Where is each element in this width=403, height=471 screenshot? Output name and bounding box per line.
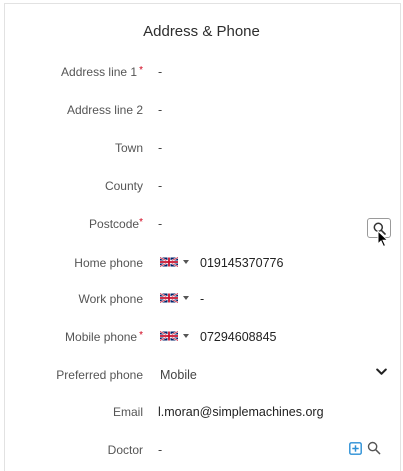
town-label: Town bbox=[114, 141, 143, 155]
work-phone-row: Work phone - bbox=[0, 290, 403, 310]
chevron-down-icon bbox=[183, 260, 189, 264]
mobile-phone-row: Mobile phone * 07294608845 bbox=[0, 328, 403, 348]
chevron-down-icon bbox=[183, 334, 189, 338]
address-line-2-row: Address line 2 - bbox=[0, 101, 403, 121]
county-value[interactable]: - bbox=[158, 179, 162, 193]
email-label: Email bbox=[112, 405, 143, 419]
mobile-phone-value[interactable]: 07294608845 bbox=[200, 330, 276, 344]
add-box-icon[interactable] bbox=[349, 442, 362, 455]
doctor-value[interactable]: - bbox=[158, 443, 162, 457]
email-value[interactable]: l.moran@simplemachines.org bbox=[158, 405, 324, 419]
chevron-down-icon[interactable] bbox=[376, 368, 387, 376]
town-value[interactable]: - bbox=[158, 141, 162, 155]
postcode-value[interactable]: - bbox=[158, 217, 162, 231]
postcode-label: Postcode* bbox=[89, 217, 143, 231]
required-mark: * bbox=[139, 217, 143, 228]
search-icon[interactable] bbox=[367, 441, 381, 455]
address-line-1-label: Address line 1 * bbox=[61, 65, 143, 79]
uk-flag-icon bbox=[160, 293, 178, 303]
mouse-pointer-icon bbox=[377, 229, 389, 253]
required-mark: * bbox=[139, 330, 143, 341]
mobile-phone-label: Mobile phone * bbox=[65, 330, 143, 344]
preferred-phone-label: Preferred phone bbox=[56, 368, 143, 382]
county-label: County bbox=[104, 179, 143, 193]
home-phone-row: Home phone 019145370776 bbox=[0, 254, 403, 274]
town-row: Town - bbox=[0, 139, 403, 159]
work-phone-value[interactable]: - bbox=[200, 292, 204, 306]
home-phone-label: Home phone bbox=[74, 256, 143, 270]
uk-flag-icon bbox=[160, 257, 178, 267]
mobile-phone-country-select[interactable] bbox=[160, 331, 189, 341]
email-row: Email l.moran@simplemachines.org bbox=[0, 403, 403, 423]
uk-flag-icon bbox=[160, 331, 178, 341]
home-phone-country-select[interactable] bbox=[160, 257, 189, 267]
address-line-1-value[interactable]: - bbox=[158, 65, 162, 79]
address-line-1-row: Address line 1 * - bbox=[0, 63, 403, 83]
work-phone-label: Work phone bbox=[78, 292, 143, 306]
address-line-2-value[interactable]: - bbox=[158, 103, 162, 117]
doctor-label: Doctor bbox=[107, 443, 143, 457]
preferred-phone-row: Preferred phone Mobile bbox=[0, 366, 403, 386]
chevron-down-icon bbox=[183, 296, 189, 300]
county-row: County - bbox=[0, 177, 403, 197]
section-title: Address & Phone bbox=[143, 23, 260, 40]
postcode-row: Postcode* - bbox=[0, 215, 403, 235]
doctor-row: Doctor - bbox=[0, 441, 403, 461]
home-phone-value[interactable]: 019145370776 bbox=[200, 256, 283, 270]
required-mark: * bbox=[139, 65, 143, 76]
address-line-2-label: Address line 2 bbox=[66, 103, 143, 117]
preferred-phone-select[interactable]: Mobile bbox=[160, 368, 197, 382]
work-phone-country-select[interactable] bbox=[160, 293, 189, 303]
